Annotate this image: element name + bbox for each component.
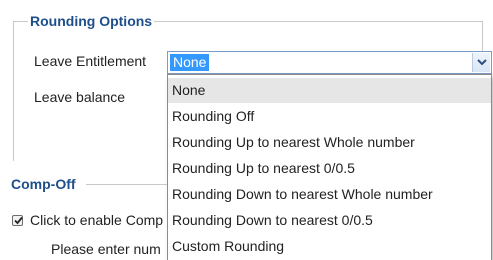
leave-entitlement-select[interactable]: None	[167, 51, 492, 74]
rounding-options-dropdown-list: None Rounding Off Rounding Up to nearest…	[167, 74, 492, 260]
enable-comp-off-checkbox[interactable]	[12, 215, 23, 226]
dropdown-option-round-up-whole[interactable]: Rounding Up to nearest Whole number	[168, 130, 491, 155]
enter-number-label: Please enter num	[51, 241, 161, 257]
select-current-value: None	[170, 54, 210, 71]
dropdown-arrow-button[interactable]	[472, 53, 490, 72]
leave-entitlement-label: Leave Entitlement	[34, 53, 147, 69]
checkmark-icon	[14, 216, 23, 225]
dropdown-option-rounding-off[interactable]: Rounding Off	[168, 104, 491, 129]
comp-off-divider	[86, 184, 167, 185]
dropdown-option-custom-rounding[interactable]: Custom Rounding	[168, 234, 491, 259]
dropdown-option-none[interactable]: None	[168, 78, 491, 103]
comp-off-legend: Comp-Off	[11, 176, 76, 192]
enable-comp-off-label: Click to enable Comp	[30, 212, 164, 228]
dropdown-option-round-down-whole[interactable]: Rounding Down to nearest Whole number	[168, 182, 491, 207]
rounding-options-legend: Rounding Options	[28, 13, 155, 29]
leave-balance-label: Leave balance	[34, 89, 126, 105]
rounding-settings-panel: Rounding Options Leave Entitlement Leave…	[0, 0, 493, 260]
chevron-down-icon	[477, 59, 487, 66]
dropdown-option-round-up-half[interactable]: Rounding Up to nearest 0/0.5	[168, 156, 491, 181]
dropdown-option-round-down-half[interactable]: Rounding Down to nearest 0/0.5	[168, 208, 491, 233]
